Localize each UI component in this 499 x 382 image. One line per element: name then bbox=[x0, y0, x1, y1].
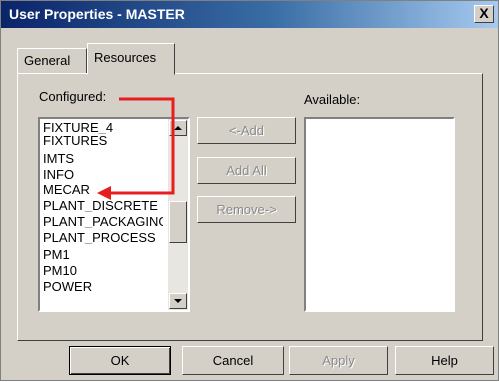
annotation-arrow bbox=[97, 97, 175, 200]
tab-resources[interactable]: Resources bbox=[87, 43, 175, 75]
user-properties-window: User Properties - MASTER X General Resou… bbox=[0, 0, 499, 381]
